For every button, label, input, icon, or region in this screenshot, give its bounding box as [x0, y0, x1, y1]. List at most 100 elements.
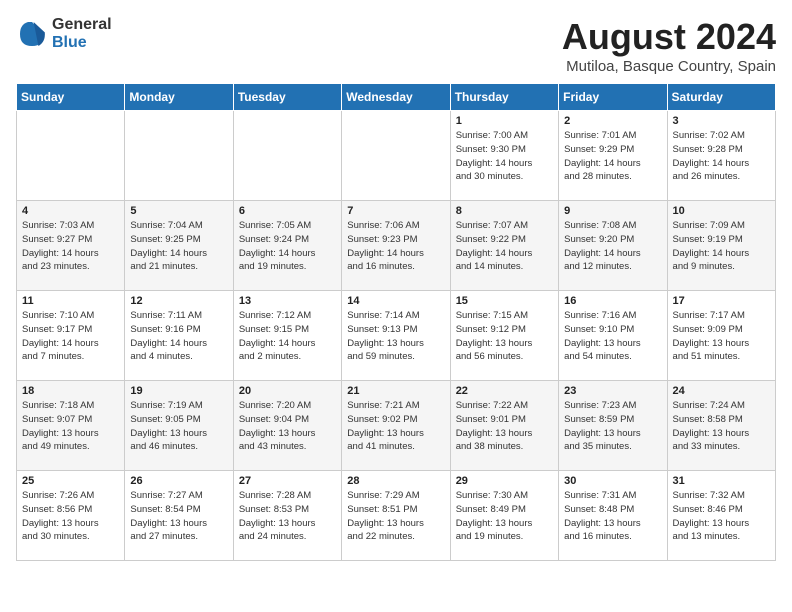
- calendar-cell: 14Sunrise: 7:14 AM Sunset: 9:13 PM Dayli…: [342, 291, 450, 381]
- calendar-body: 1Sunrise: 7:00 AM Sunset: 9:30 PM Daylig…: [17, 111, 776, 561]
- calendar-cell: 21 Sunrise: 7:21 AM Sunset: 9:02 PM Dayli…: [342, 381, 450, 471]
- logo-general-text: General: [52, 16, 112, 34]
- day-number: 21: [347, 385, 444, 397]
- day-number: 9: [564, 205, 661, 217]
- day-detail: Sunrise: 7:12 AM Sunset: 9:15 PM Dayligh…: [239, 309, 336, 364]
- calendar-cell: 27 Sunrise: 7:28 AM Sunset: 8:53 PM Dayli…: [233, 471, 341, 561]
- day-number: 1: [456, 115, 553, 127]
- logo-icon: [16, 18, 48, 50]
- calendar-cell: 9Sunrise: 7:08 AM Sunset: 9:20 PM Daylig…: [559, 201, 667, 291]
- day-detail: Sunrise: 7:03 AM Sunset: 9:27 PM Dayligh…: [22, 219, 119, 274]
- header-thursday: Thursday: [450, 84, 558, 111]
- day-detail: Sunrise: 7:20 AM Sunset: 9:04 PM Dayligh…: [239, 399, 336, 454]
- day-number: 8: [456, 205, 553, 217]
- calendar-cell: 26 Sunrise: 7:27 AM Sunset: 8:54 PM Dayli…: [125, 471, 233, 561]
- calendar-cell: [17, 111, 125, 201]
- title-block: August 2024 Mutiloa, Basque Country, Spa…: [562, 16, 776, 75]
- day-detail: Sunrise: 7:19 AM Sunset: 9:05 PM Dayligh…: [130, 399, 227, 454]
- day-detail: Sunrise: 7:04 AM Sunset: 9:25 PM Dayligh…: [130, 219, 227, 274]
- calendar-header: Sunday Monday Tuesday Wednesday Thursday…: [17, 84, 776, 111]
- calendar-cell: 1Sunrise: 7:00 AM Sunset: 9:30 PM Daylig…: [450, 111, 558, 201]
- calendar-cell: 16 Sunrise: 7:16 AM Sunset: 9:10 PM Dayli…: [559, 291, 667, 381]
- day-detail: Sunrise: 7:26 AM Sunset: 8:56 PM Dayligh…: [22, 489, 119, 544]
- day-detail: Sunrise: 7:14 AM Sunset: 9:13 PM Dayligh…: [347, 309, 444, 364]
- day-number: 25: [22, 475, 119, 487]
- day-detail: Sunrise: 7:06 AM Sunset: 9:23 PM Dayligh…: [347, 219, 444, 274]
- calendar-cell: [342, 111, 450, 201]
- calendar-cell: 31 Sunrise: 7:32 AM Sunset: 8:46 PM Dayli…: [667, 471, 775, 561]
- calendar-cell: 13 Sunrise: 7:12 AM Sunset: 9:15 PM Dayli…: [233, 291, 341, 381]
- day-number: 3: [673, 115, 770, 127]
- day-detail: Sunrise: 7:15 AM Sunset: 9:12 PM Dayligh…: [456, 309, 553, 364]
- day-detail: Sunrise: 7:31 AM Sunset: 8:48 PM Dayligh…: [564, 489, 661, 544]
- day-number: 31: [673, 475, 770, 487]
- day-detail: Sunrise: 7:11 AM Sunset: 9:16 PM Dayligh…: [130, 309, 227, 364]
- calendar-cell: 7Sunrise: 7:06 AM Sunset: 9:23 PM Daylig…: [342, 201, 450, 291]
- calendar-cell: 23 Sunrise: 7:23 AM Sunset: 8:59 PM Dayli…: [559, 381, 667, 471]
- logo-blue-text: Blue: [52, 34, 112, 52]
- calendar-cell: [125, 111, 233, 201]
- calendar-cell: 3Sunrise: 7:02 AM Sunset: 9:28 PM Daylig…: [667, 111, 775, 201]
- calendar-cell: 5 Sunrise: 7:04 AM Sunset: 9:25 PM Daylig…: [125, 201, 233, 291]
- day-number: 15: [456, 295, 553, 307]
- calendar-table: Sunday Monday Tuesday Wednesday Thursday…: [16, 83, 776, 561]
- calendar-cell: 25 Sunrise: 7:26 AM Sunset: 8:56 PM Dayli…: [17, 471, 125, 561]
- header-sunday: Sunday: [17, 84, 125, 111]
- day-detail: Sunrise: 7:18 AM Sunset: 9:07 PM Dayligh…: [22, 399, 119, 454]
- day-number: 20: [239, 385, 336, 397]
- day-detail: Sunrise: 7:32 AM Sunset: 8:46 PM Dayligh…: [673, 489, 770, 544]
- calendar-cell: 10Sunrise: 7:09 AM Sunset: 9:19 PM Dayli…: [667, 201, 775, 291]
- header-tuesday: Tuesday: [233, 84, 341, 111]
- month-title: August 2024: [562, 16, 776, 58]
- header-friday: Friday: [559, 84, 667, 111]
- day-number: 6: [239, 205, 336, 217]
- day-number: 11: [22, 295, 119, 307]
- day-detail: Sunrise: 7:09 AM Sunset: 9:19 PM Dayligh…: [673, 219, 770, 274]
- logo-text: General Blue: [52, 16, 112, 52]
- calendar-week-4: 18Sunrise: 7:18 AM Sunset: 9:07 PM Dayli…: [17, 381, 776, 471]
- calendar-cell: 29Sunrise: 7:30 AM Sunset: 8:49 PM Dayli…: [450, 471, 558, 561]
- calendar-week-1: 1Sunrise: 7:00 AM Sunset: 9:30 PM Daylig…: [17, 111, 776, 201]
- day-number: 13: [239, 295, 336, 307]
- day-number: 23: [564, 385, 661, 397]
- day-number: 12: [130, 295, 227, 307]
- day-number: 30: [564, 475, 661, 487]
- calendar-week-2: 4Sunrise: 7:03 AM Sunset: 9:27 PM Daylig…: [17, 201, 776, 291]
- calendar-cell: 20 Sunrise: 7:20 AM Sunset: 9:04 PM Dayli…: [233, 381, 341, 471]
- day-detail: Sunrise: 7:23 AM Sunset: 8:59 PM Dayligh…: [564, 399, 661, 454]
- day-detail: Sunrise: 7:10 AM Sunset: 9:17 PM Dayligh…: [22, 309, 119, 364]
- header-wednesday: Wednesday: [342, 84, 450, 111]
- header-monday: Monday: [125, 84, 233, 111]
- calendar-cell: 2 Sunrise: 7:01 AM Sunset: 9:29 PM Daylig…: [559, 111, 667, 201]
- calendar-cell: 4Sunrise: 7:03 AM Sunset: 9:27 PM Daylig…: [17, 201, 125, 291]
- calendar-cell: 18Sunrise: 7:18 AM Sunset: 9:07 PM Dayli…: [17, 381, 125, 471]
- day-number: 5: [130, 205, 227, 217]
- calendar-cell: 6Sunrise: 7:05 AM Sunset: 9:24 PM Daylig…: [233, 201, 341, 291]
- day-number: 2: [564, 115, 661, 127]
- calendar-cell: 19Sunrise: 7:19 AM Sunset: 9:05 PM Dayli…: [125, 381, 233, 471]
- day-detail: Sunrise: 7:27 AM Sunset: 8:54 PM Dayligh…: [130, 489, 227, 544]
- day-detail: Sunrise: 7:29 AM Sunset: 8:51 PM Dayligh…: [347, 489, 444, 544]
- day-detail: Sunrise: 7:30 AM Sunset: 8:49 PM Dayligh…: [456, 489, 553, 544]
- day-detail: Sunrise: 7:01 AM Sunset: 9:29 PM Dayligh…: [564, 129, 661, 184]
- day-detail: Sunrise: 7:21 AM Sunset: 9:02 PM Dayligh…: [347, 399, 444, 454]
- calendar-cell: 15 Sunrise: 7:15 AM Sunset: 9:12 PM Dayli…: [450, 291, 558, 381]
- day-detail: Sunrise: 7:28 AM Sunset: 8:53 PM Dayligh…: [239, 489, 336, 544]
- calendar-cell: 8Sunrise: 7:07 AM Sunset: 9:22 PM Daylig…: [450, 201, 558, 291]
- logo: General Blue: [16, 16, 112, 52]
- day-number: 24: [673, 385, 770, 397]
- day-number: 16: [564, 295, 661, 307]
- day-detail: Sunrise: 7:16 AM Sunset: 9:10 PM Dayligh…: [564, 309, 661, 364]
- day-detail: Sunrise: 7:24 AM Sunset: 8:58 PM Dayligh…: [673, 399, 770, 454]
- day-number: 26: [130, 475, 227, 487]
- calendar-cell: 11 Sunrise: 7:10 AM Sunset: 9:17 PM Dayli…: [17, 291, 125, 381]
- day-detail: Sunrise: 7:22 AM Sunset: 9:01 PM Dayligh…: [456, 399, 553, 454]
- day-detail: Sunrise: 7:17 AM Sunset: 9:09 PM Dayligh…: [673, 309, 770, 364]
- day-number: 27: [239, 475, 336, 487]
- calendar-cell: 30 Sunrise: 7:31 AM Sunset: 8:48 PM Dayli…: [559, 471, 667, 561]
- day-number: 22: [456, 385, 553, 397]
- header-saturday: Saturday: [667, 84, 775, 111]
- location-subtitle: Mutiloa, Basque Country, Spain: [562, 58, 776, 75]
- page-header: General Blue August 2024 Mutiloa, Basque…: [16, 16, 776, 75]
- calendar-cell: 28Sunrise: 7:29 AM Sunset: 8:51 PM Dayli…: [342, 471, 450, 561]
